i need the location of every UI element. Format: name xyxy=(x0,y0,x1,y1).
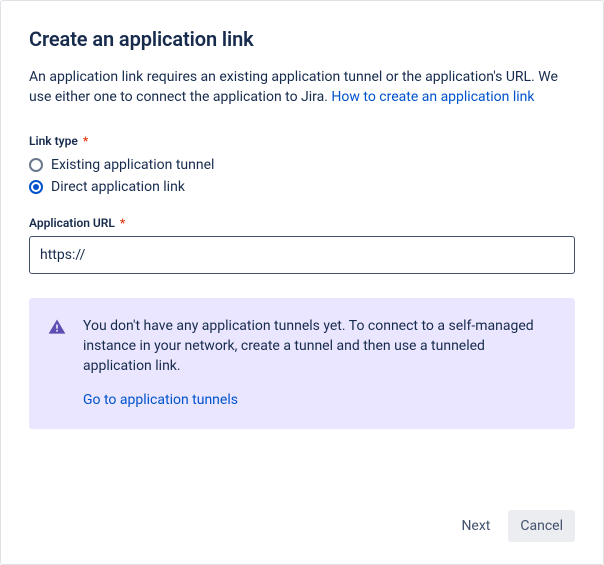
link-type-label-text: Link type xyxy=(29,134,78,148)
modal-title: Create an application link xyxy=(29,27,575,51)
modal-footer: Next Cancel xyxy=(29,510,575,542)
link-type-radio-group: Existing application tunnel Direct appli… xyxy=(29,154,575,198)
application-url-input[interactable] xyxy=(29,236,575,274)
link-type-label: Link type * xyxy=(29,134,575,148)
no-tunnels-info-panel: You don't have any application tunnels y… xyxy=(29,298,575,429)
cancel-button[interactable]: Cancel xyxy=(508,510,575,542)
modal-description: An application link requires an existing… xyxy=(29,67,575,108)
radio-direct-link[interactable]: Direct application link xyxy=(29,176,575,198)
warning-icon xyxy=(47,317,67,337)
radio-label: Direct application link xyxy=(51,179,185,195)
radio-existing-tunnel[interactable]: Existing application tunnel xyxy=(29,154,575,176)
create-app-link-modal: Create an application link An applicatio… xyxy=(0,0,604,565)
radio-label: Existing application tunnel xyxy=(51,157,214,173)
info-body: You don't have any application tunnels y… xyxy=(83,316,557,411)
info-text: You don't have any application tunnels y… xyxy=(83,318,534,375)
how-to-link[interactable]: How to create an application link xyxy=(331,89,534,105)
radio-icon xyxy=(29,180,43,194)
app-url-label: Application URL * xyxy=(29,216,575,230)
required-indicator: * xyxy=(83,134,88,148)
next-button[interactable]: Next xyxy=(449,510,502,542)
required-indicator: * xyxy=(120,216,125,230)
go-to-tunnels-link[interactable]: Go to application tunnels xyxy=(83,390,238,410)
app-url-label-text: Application URL xyxy=(29,216,115,230)
radio-icon xyxy=(29,158,43,172)
